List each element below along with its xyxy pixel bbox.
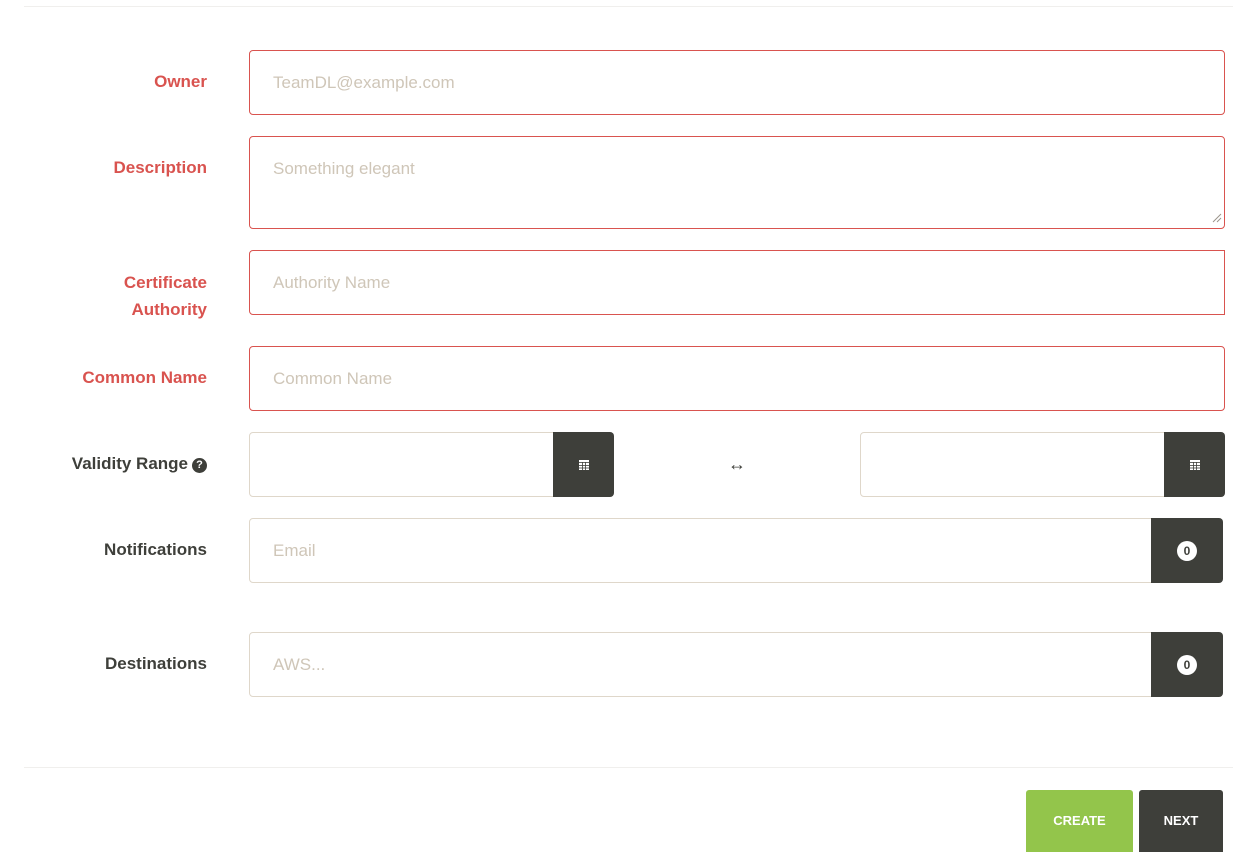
description-textarea[interactable]: [249, 136, 1225, 229]
validity-range-label-text: Validity Range: [71, 454, 188, 473]
footer-divider: [24, 767, 1233, 768]
description-label: Description: [113, 158, 207, 177]
validity-range-label: Validity Range?: [72, 451, 207, 477]
destinations-count-button[interactable]: 0: [1151, 632, 1223, 697]
validity-start-input[interactable]: [249, 432, 554, 497]
validity-end-input[interactable]: [860, 432, 1165, 497]
common-name-input[interactable]: [249, 346, 1225, 411]
create-button[interactable]: CREATE: [1026, 790, 1133, 852]
owner-input[interactable]: [249, 50, 1225, 115]
validity-start-calendar-button[interactable]: [553, 432, 614, 497]
common-name-label: Common Name: [82, 368, 207, 387]
question-circle-icon[interactable]: ?: [192, 458, 207, 473]
destinations-input[interactable]: [249, 632, 1152, 697]
top-divider: [24, 6, 1233, 7]
calendar-icon: [578, 459, 589, 470]
certificate-authority-label-line1: Certificate: [123, 273, 207, 292]
notifications-email-input[interactable]: [249, 518, 1152, 583]
next-button[interactable]: NEXT: [1139, 790, 1223, 852]
notifications-count-badge: 0: [1177, 540, 1197, 561]
certificate-form-page: Owner Description Certificate Authority …: [0, 0, 1257, 852]
destinations-label: Destinations: [104, 654, 207, 673]
certificate-authority-label-line2: Authority: [131, 300, 207, 319]
notifications-label: Notifications: [104, 540, 207, 559]
certificate-authority-input[interactable]: [249, 250, 1225, 315]
left-right-arrow-icon: ↔: [728, 454, 746, 474]
validity-end-calendar-button[interactable]: [1164, 432, 1225, 497]
destinations-count-badge: 0: [1177, 654, 1197, 675]
calendar-icon: [1189, 459, 1200, 470]
notifications-count-button[interactable]: 0: [1151, 518, 1223, 583]
owner-label: Owner: [154, 72, 207, 91]
